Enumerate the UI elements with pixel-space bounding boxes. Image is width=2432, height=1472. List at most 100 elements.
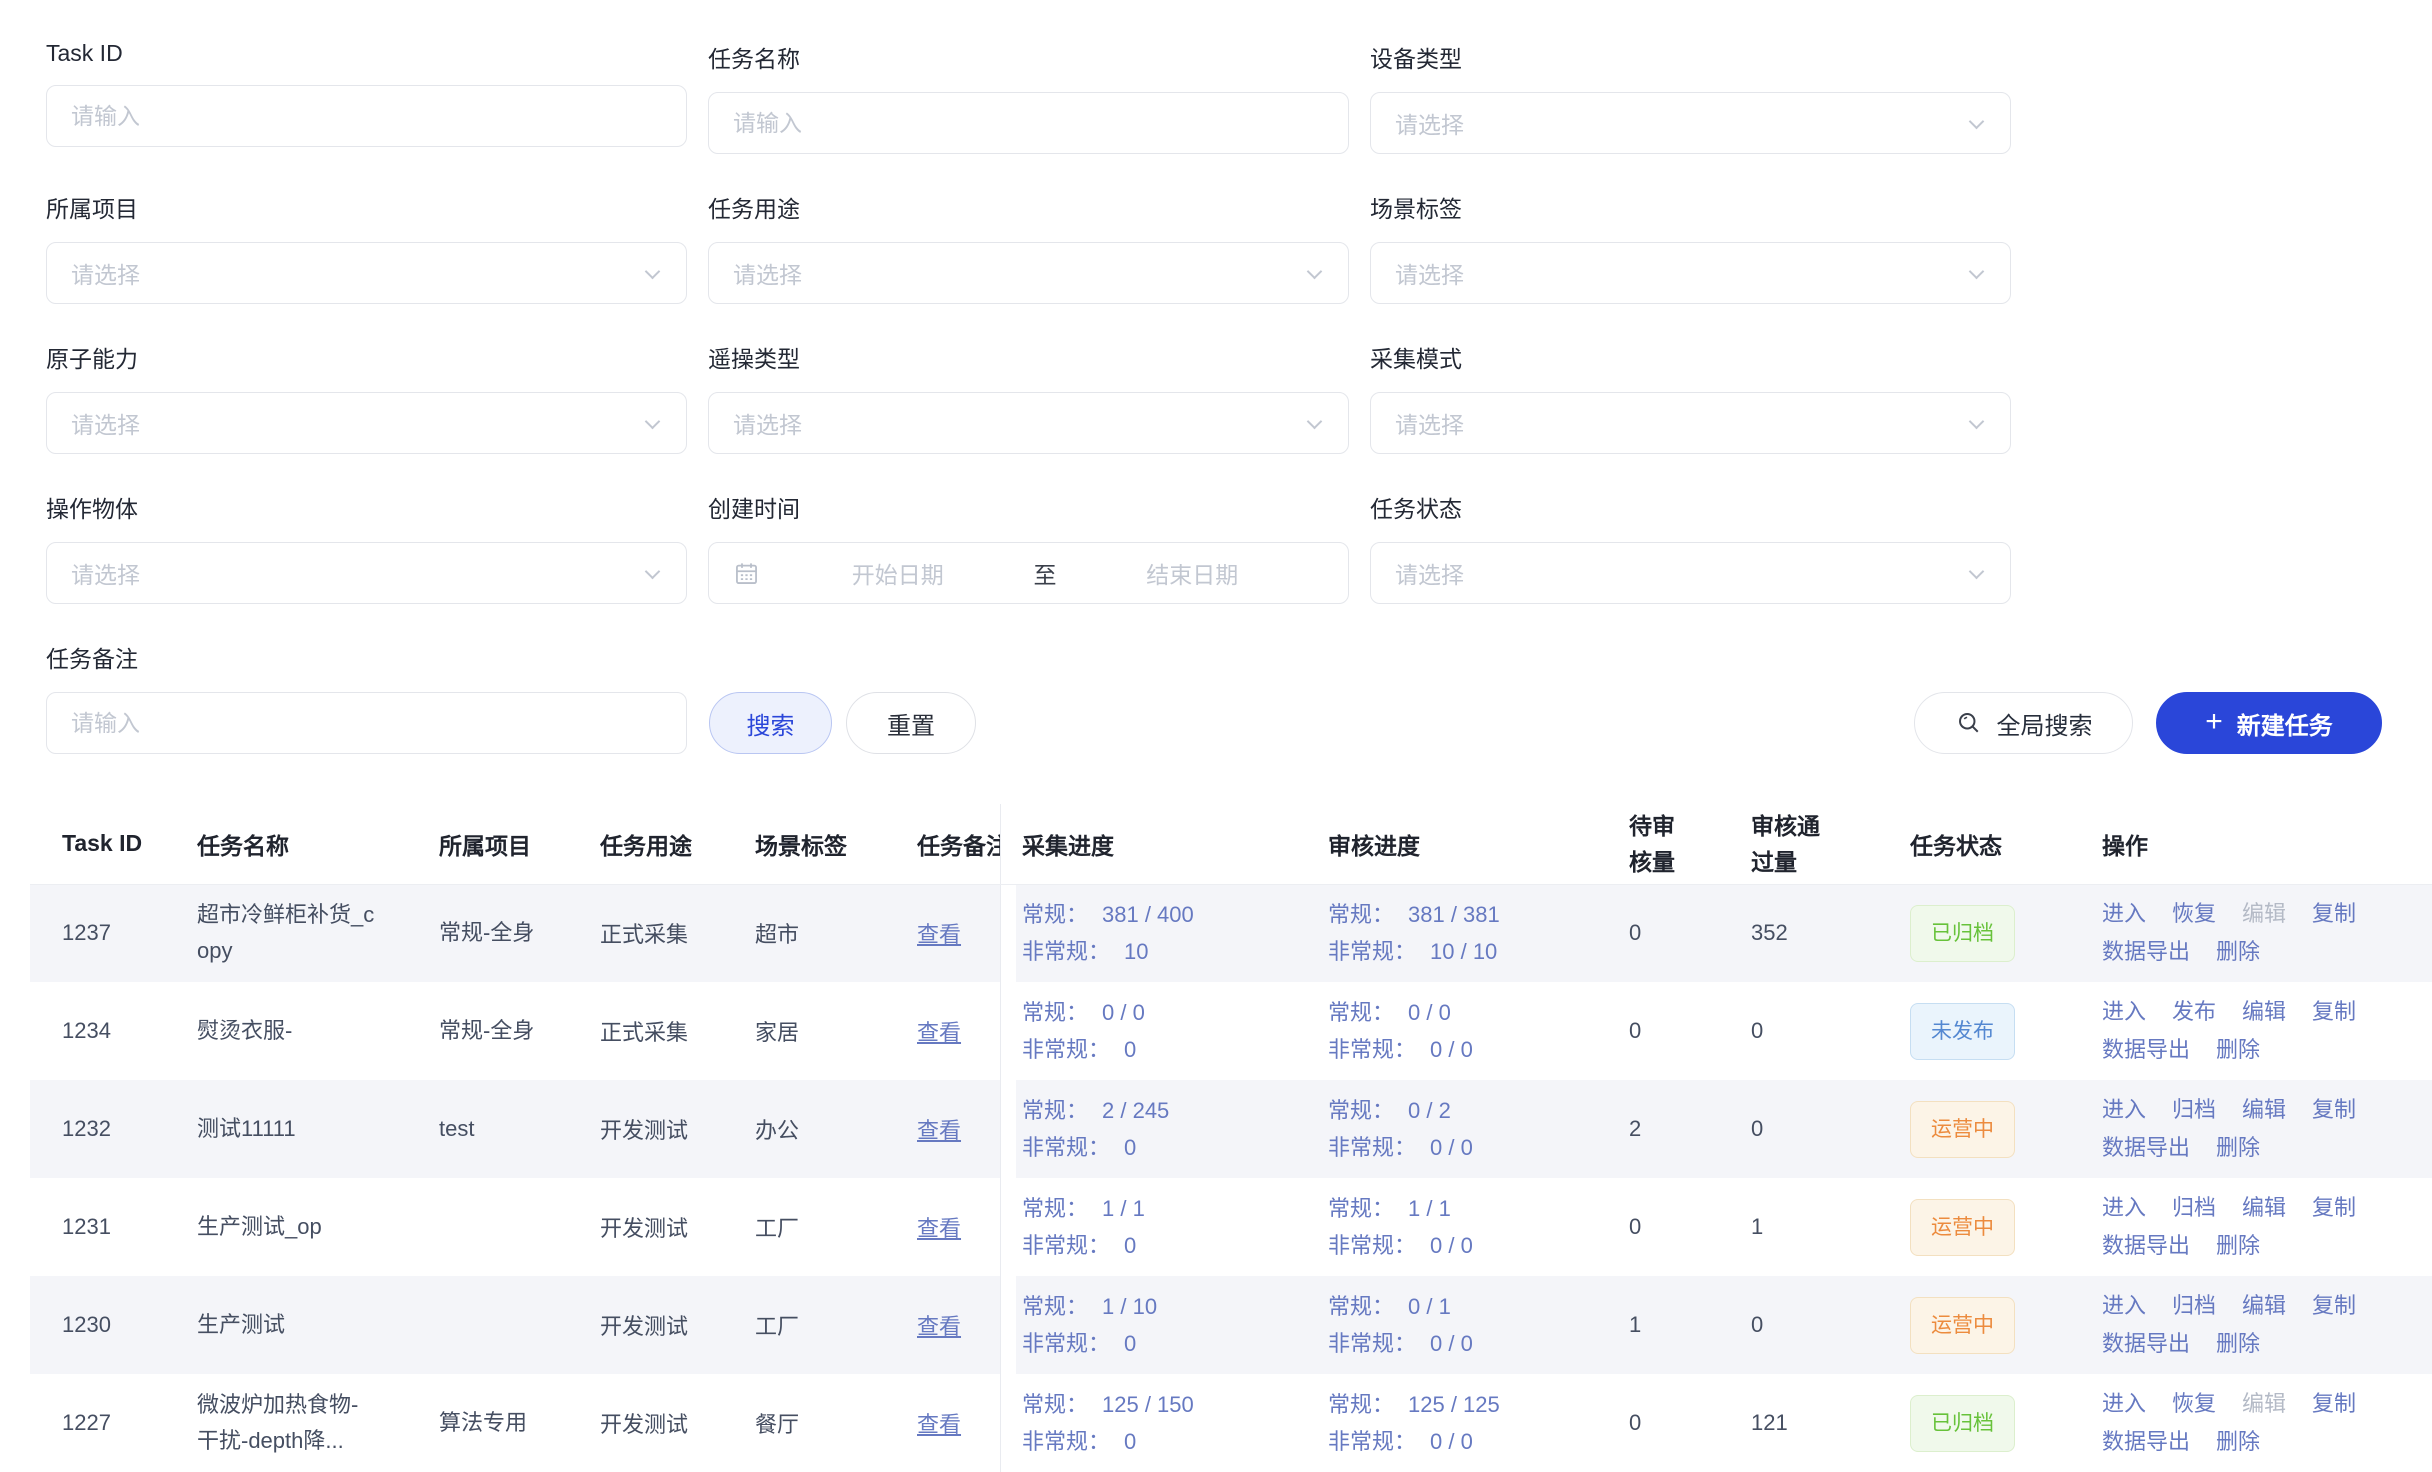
collect-regular-value: 1 / 1	[1102, 1196, 1145, 1221]
chevron-down-icon	[1969, 114, 1985, 130]
collect-mode-select[interactable]: 请选择	[1370, 392, 2011, 454]
action-link[interactable]: 进入	[2102, 1091, 2146, 1129]
collect-regular-label: 常规：	[1022, 1000, 1088, 1025]
action-link[interactable]: 复制	[2312, 895, 2356, 933]
fixed-column-divider	[1000, 884, 1016, 982]
task-name-input[interactable]	[708, 92, 1349, 154]
date-range-picker[interactable]: 开始日期 至 结束日期	[708, 542, 1349, 604]
scene-tag: 餐厅	[755, 1374, 917, 1472]
task-remark-cell: 查看	[917, 1276, 1000, 1374]
collect-irregular-label: 非常规：	[1022, 939, 1110, 964]
action-link[interactable]: 进入	[2102, 1385, 2146, 1423]
remark-view-link[interactable]: 查看	[917, 922, 961, 947]
action-link[interactable]: 进入	[2102, 993, 2146, 1031]
action-link[interactable]: 删除	[2216, 1325, 2260, 1363]
action-link[interactable]: 编辑	[2242, 1287, 2286, 1325]
task-remark-cell: 查看	[917, 884, 1000, 982]
header-passed-count: 审核通过量	[1745, 804, 1910, 884]
action-link[interactable]: 数据导出	[2102, 1031, 2190, 1069]
action-link[interactable]: 删除	[2216, 1129, 2260, 1167]
chevron-down-icon	[645, 264, 661, 280]
header-scene-tag: 场景标签	[755, 804, 917, 884]
remark-view-link[interactable]: 查看	[917, 1118, 961, 1143]
global-search-button[interactable]: 全局搜索	[1914, 692, 2133, 754]
remark-view-link[interactable]: 查看	[917, 1020, 961, 1045]
action-link[interactable]: 复制	[2312, 993, 2356, 1031]
device-type-select[interactable]: 请选择	[1370, 92, 2011, 154]
new-task-label: 新建任务	[2237, 706, 2333, 741]
global-search-label: 全局搜索	[1997, 706, 2093, 741]
task-remark-cell: 查看	[917, 1080, 1000, 1178]
action-link[interactable]: 进入	[2102, 895, 2146, 933]
action-link[interactable]: 归档	[2172, 1287, 2216, 1325]
operations-cell: 进入恢复编辑复制 数据导出删除	[2102, 1374, 2432, 1472]
task-remark-cell: 查看	[917, 1178, 1000, 1276]
remark-view-link[interactable]: 查看	[917, 1314, 961, 1339]
action-link: 编辑	[2242, 895, 2286, 933]
action-link: 编辑	[2242, 1385, 2286, 1423]
field-label: 遥操类型	[708, 340, 1349, 374]
remark-view-link[interactable]: 查看	[917, 1216, 961, 1241]
action-link[interactable]: 删除	[2216, 1227, 2260, 1265]
action-link[interactable]: 数据导出	[2102, 933, 2190, 971]
action-link[interactable]: 复制	[2312, 1287, 2356, 1325]
table-row: 1237 超市冷鲜柜补货_copy 常规-全身 正式采集 超市 查看 常规：38…	[30, 884, 2432, 982]
collect-regular-label: 常规：	[1022, 1098, 1088, 1123]
task-remark-cell: 查看	[917, 1374, 1000, 1472]
atomic-capability-select[interactable]: 请选择	[46, 392, 687, 454]
select-placeholder: 请选择	[733, 406, 802, 440]
task-project	[439, 1276, 600, 1374]
review-irregular-label: 非常规：	[1328, 1429, 1416, 1454]
purpose-select[interactable]: 请选择	[708, 242, 1349, 304]
cell-task-id: 1230	[30, 1276, 197, 1374]
action-link[interactable]: 恢复	[2172, 895, 2216, 933]
scene-tag-select[interactable]: 请选择	[1370, 242, 2011, 304]
action-link[interactable]: 归档	[2172, 1091, 2216, 1129]
table-row: 1227 微波炉加热食物-干扰-depth降... 算法专用 开发测试 餐厅 查…	[30, 1374, 2432, 1472]
reset-button[interactable]: 重置	[846, 692, 976, 754]
action-link[interactable]: 发布	[2172, 993, 2216, 1031]
teleop-type-select[interactable]: 请选择	[708, 392, 1349, 454]
action-link[interactable]: 进入	[2102, 1189, 2146, 1227]
project-select[interactable]: 请选择	[46, 242, 687, 304]
action-link[interactable]: 复制	[2312, 1189, 2356, 1227]
action-link[interactable]: 删除	[2216, 1423, 2260, 1461]
date-start-placeholder[interactable]: 开始日期	[766, 556, 1030, 590]
actions-line-1: 进入归档编辑复制	[2102, 1287, 2432, 1325]
action-link[interactable]: 编辑	[2242, 1091, 2286, 1129]
task-id-input[interactable]	[46, 85, 687, 147]
action-link[interactable]: 删除	[2216, 933, 2260, 971]
date-end-placeholder[interactable]: 结束日期	[1061, 556, 1325, 590]
action-link[interactable]: 数据导出	[2102, 1325, 2190, 1363]
new-task-button[interactable]: + 新建任务	[2156, 692, 2382, 754]
field-label: 任务名称	[708, 40, 1349, 74]
review-progress-cell: 常规：381 / 381 非常规：10 / 10	[1322, 884, 1623, 982]
action-link[interactable]: 数据导出	[2102, 1129, 2190, 1167]
header-pending-count: 待审核量	[1623, 804, 1745, 884]
header-project: 所属项目	[439, 804, 600, 884]
status-badge: 已归档	[1910, 1395, 2015, 1452]
task-name: 生产测试_op	[197, 1178, 439, 1276]
action-link[interactable]: 编辑	[2242, 1189, 2286, 1227]
action-link[interactable]: 复制	[2312, 1091, 2356, 1129]
task-status-select[interactable]: 请选择	[1370, 542, 2011, 604]
action-link[interactable]: 归档	[2172, 1189, 2216, 1227]
table-row: 1234 熨烫衣服- 常规-全身 正式采集 家居 查看 常规：0 / 0 非常规…	[30, 982, 2432, 1080]
action-link[interactable]: 数据导出	[2102, 1423, 2190, 1461]
table-header-row: Task ID 任务名称 所属项目 任务用途 场景标签 任务备注 采集进度 审核…	[30, 804, 2432, 884]
action-link[interactable]: 编辑	[2242, 993, 2286, 1031]
header-remark-label: 任务备注	[917, 827, 1000, 861]
operate-object-select[interactable]: 请选择	[46, 542, 687, 604]
action-link[interactable]: 删除	[2216, 1031, 2260, 1069]
remark-view-link[interactable]: 查看	[917, 1412, 961, 1437]
search-button[interactable]: 搜索	[709, 692, 832, 754]
header-task-name: 任务名称	[197, 804, 439, 884]
action-link[interactable]: 复制	[2312, 1385, 2356, 1423]
actions-line-1: 进入归档编辑复制	[2102, 1091, 2432, 1129]
action-link[interactable]: 进入	[2102, 1287, 2146, 1325]
action-link[interactable]: 恢复	[2172, 1385, 2216, 1423]
action-link[interactable]: 数据导出	[2102, 1227, 2190, 1265]
task-remark-input[interactable]	[46, 692, 687, 754]
task-purpose: 正式采集	[600, 884, 755, 982]
review-irregular-label: 非常规：	[1328, 939, 1416, 964]
